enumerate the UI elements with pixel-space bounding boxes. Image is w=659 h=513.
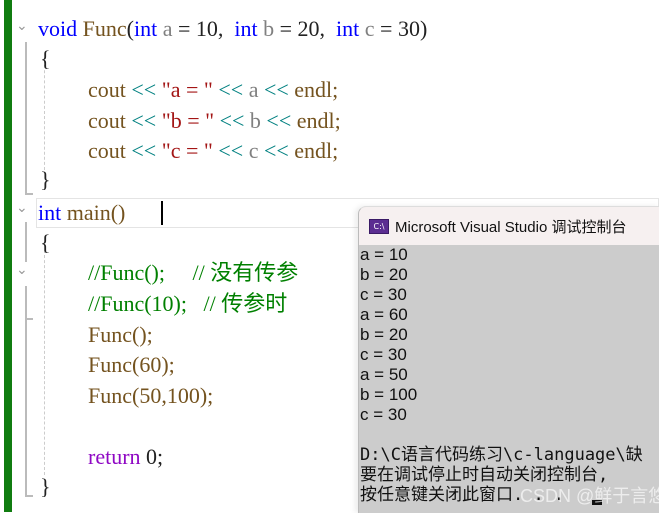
code-line-call[interactable]: Func(); [88,320,153,350]
output-line: b = 20 [360,265,408,284]
code-line-func-signature[interactable]: void Func(int a = 10, int b = 20, int c … [38,14,427,44]
console-title-bar[interactable]: C:\ Microsoft Visual Studio 调试控制台 [359,207,659,245]
block-guide-end [25,318,33,320]
code-line-comment[interactable]: //Func(10); // 传参时 [88,289,287,319]
output-line: c = 30 [360,345,407,364]
fold-chevron-icon[interactable]: ⌄ [16,200,28,216]
code-line-call[interactable]: Func(60); [88,350,175,380]
operator: = [172,16,196,41]
function-name: main() [66,200,126,225]
param: b [263,16,275,41]
code-line-brace[interactable]: { [40,228,51,258]
debug-console-window[interactable]: C:\ Microsoft Visual Studio 调试控制台 a = 10… [358,206,659,513]
identifier: cout [88,108,126,133]
string-literal: "a = " [161,77,213,102]
operator: << [125,108,162,133]
number: 20 [297,16,320,41]
param: c [364,16,375,41]
number: 10 [195,16,218,41]
identifier: endl; [296,108,341,133]
output-line: c = 30 [360,405,407,424]
code-line-brace[interactable]: } [40,472,51,502]
code-line-call[interactable]: Func(50,100); [88,381,213,411]
block-guide [25,222,27,262]
operator: << [212,77,249,102]
code-line-main-signature[interactable]: int main() [38,198,125,228]
output-line: c = 30 [360,285,407,304]
block-guide [25,42,27,194]
text-caret [161,201,163,225]
code-line-comment[interactable]: //Func(); // 没有传参 [88,258,298,288]
code-line-cout[interactable]: cout << "b = " << b << endl; [88,106,341,136]
code-line-brace[interactable]: { [40,44,51,74]
keyword: int [133,16,158,41]
operator: << [260,108,297,133]
string-literal: "c = " [161,138,213,163]
param: c [248,138,259,163]
number: 30 [397,16,420,41]
console-title: Microsoft Visual Studio 调试控制台 [395,218,627,236]
param: a [162,16,173,41]
operator: << [258,138,295,163]
output-line: b = 20 [360,325,408,344]
param: a [248,77,259,102]
function-name: Func [82,16,127,41]
console-app-icon: C:\ [369,218,389,234]
comma: , [319,16,337,41]
keyword-return: return [88,444,141,469]
operator: << [214,108,250,133]
operator: = [374,16,398,41]
paren: ) [419,16,428,41]
keyword: int [336,16,360,41]
output-line: a = 10 [360,245,408,264]
output-path-line: D:\C语言代码练习\c-language\缺 [360,445,643,465]
operator: << [258,77,295,102]
keyword: int [234,16,258,41]
code-line-return[interactable]: return 0; [88,442,163,472]
keyword: int [38,200,62,225]
identifier: endl; [294,77,339,102]
indent-guide [44,250,45,475]
output-line: a = 60 [360,305,408,324]
paren: ( [126,16,134,41]
identifier: endl; [294,138,339,163]
return-value: 0; [140,444,164,469]
console-output[interactable]: a = 10 b = 20 c = 30 a = 60 b = 20 c = 3… [359,245,659,505]
block-guide-end [25,193,33,195]
output-line: a = 50 [360,365,408,384]
code-line-cout[interactable]: cout << "c = " << c << endl; [88,136,338,166]
comma: , [217,16,235,41]
watermark: CSDN @鲜于言悠905 [520,486,659,506]
string-literal: "b = " [161,108,215,133]
identifier: cout [88,77,126,102]
output-line: b = 100 [360,385,418,404]
keyword: void [38,16,78,41]
block-guide-end [25,495,33,497]
indent-guide [44,60,45,170]
fold-chevron-icon[interactable]: ⌄ [16,262,28,278]
operator: << [212,138,249,163]
change-indicator-bar [4,0,12,512]
operator: << [125,77,162,102]
code-line-cout[interactable]: cout << "a = " << a << endl; [88,75,338,105]
param: b [249,108,261,133]
code-line-brace[interactable]: } [40,165,51,195]
identifier: cout [88,138,126,163]
operator: << [125,138,162,163]
fold-chevron-icon[interactable]: ⌄ [16,18,28,34]
operator: = [274,16,298,41]
